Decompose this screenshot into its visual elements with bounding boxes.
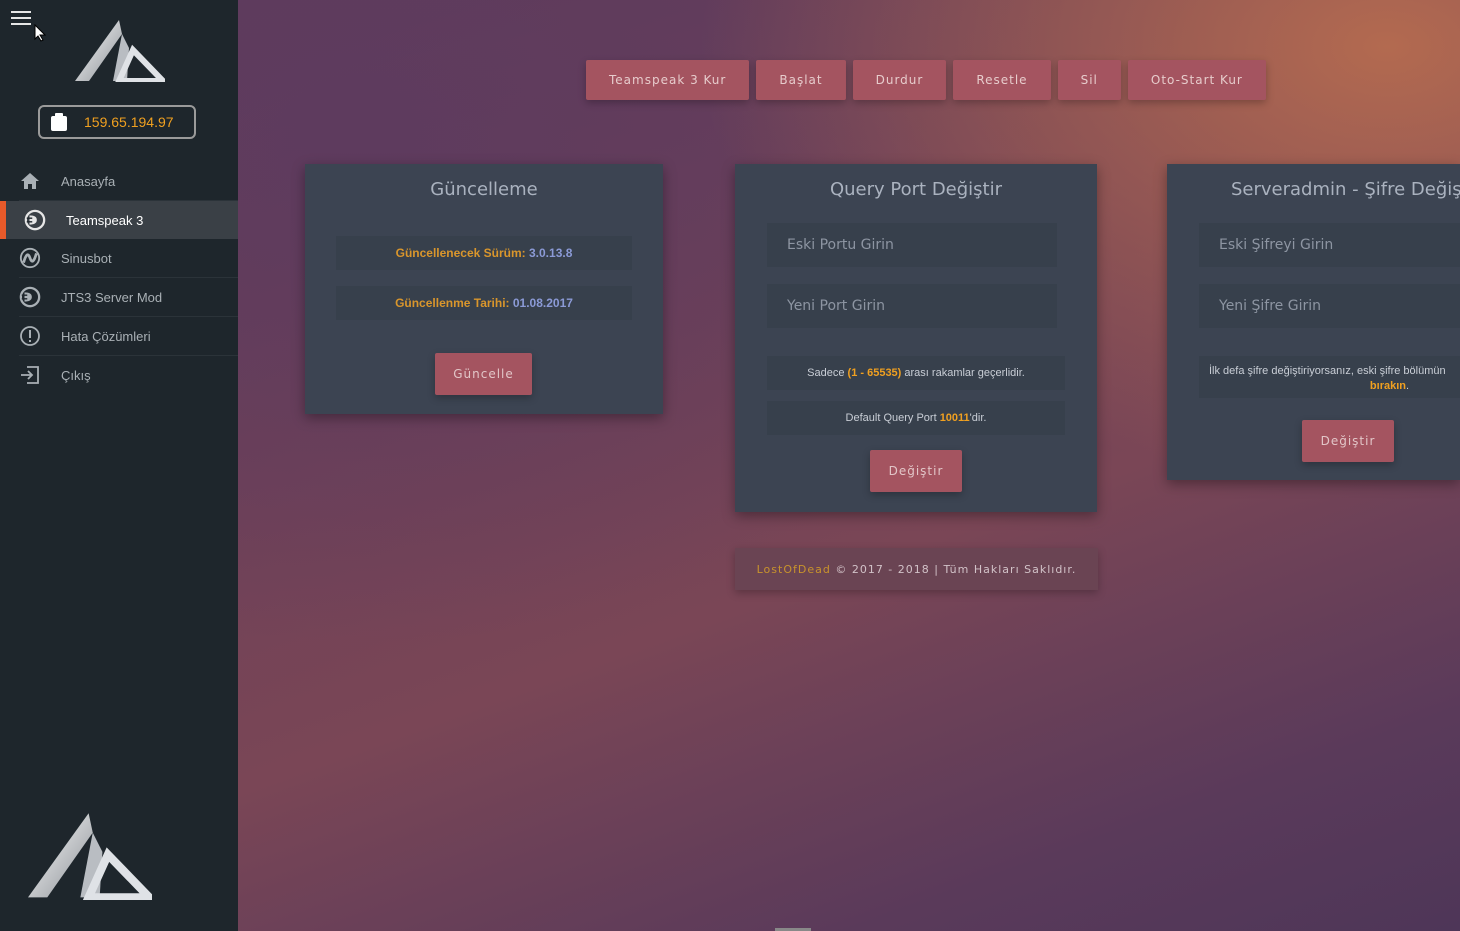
version-value: 3.0.13.8 (529, 246, 573, 260)
sidebar-item-jts3[interactable]: JTS3 Server Mod (0, 278, 238, 316)
new-password-input[interactable] (1199, 284, 1460, 328)
logo (28, 813, 152, 900)
action-toolbar: Teamspeak 3 Kur Başlat Durdur Resetle Si… (586, 60, 1266, 100)
sidebar-item-label: JTS3 Server Mod (61, 289, 163, 305)
sidebar-item-label: Anasayfa (61, 173, 116, 189)
info-text: Sadece (807, 367, 845, 379)
version-row: Güncellenecek Sürüm: 3.0.13.8 (336, 236, 632, 270)
teamspeak-icon (24, 209, 46, 231)
info-text: . (1406, 380, 1410, 392)
sidebar-item-label: Hata Çözümleri (61, 328, 151, 344)
teamspeak-icon (19, 286, 41, 308)
clipboard-icon (51, 113, 67, 131)
new-port-input[interactable] (767, 284, 1057, 328)
logo (75, 20, 165, 82)
info-text: İlk defa şifre değiştiriyorsanız, eski ş… (1209, 365, 1446, 377)
menu-icon[interactable] (11, 11, 31, 27)
update-button[interactable]: Güncelle (435, 353, 532, 395)
sidebar-item-sinusbot[interactable]: Sinusbot (0, 239, 238, 277)
sidebar-item-label: Sinusbot (61, 250, 112, 266)
sidebar-item-label: Çıkış (61, 367, 91, 383)
alert-icon (19, 325, 41, 347)
sidebar-item-teamspeak[interactable]: Teamspeak 3 (0, 201, 238, 239)
card-title: Güncelleme (430, 179, 538, 200)
password-card: Serveradmin - Şifre Değişti İlk defa şif… (1167, 164, 1460, 480)
sidebar-item-label: Teamspeak 3 (66, 212, 144, 228)
query-port-card: Query Port Değiştir Sadece (1 - 65535) a… (735, 164, 1097, 512)
start-button[interactable]: Başlat (756, 60, 846, 100)
info-text: arası rakamlar geçerlidir. (904, 367, 1025, 379)
date-label: Güncellenme Tarihi: (395, 296, 510, 310)
version-label: Güncellenecek Sürüm: (395, 246, 526, 260)
sidebar: 159.65.194.97 Anasayfa Teamspeak 3 Sinus… (0, 0, 238, 931)
info-text: Default Query Port (845, 412, 937, 424)
password-info: İlk defa şifre değiştiriyorsanız, eski ş… (1199, 356, 1460, 398)
install-teamspeak-button[interactable]: Teamspeak 3 Kur (586, 60, 750, 100)
reset-button[interactable]: Resetle (953, 60, 1051, 100)
info-highlight: bırakın (1369, 380, 1406, 392)
brand-link[interactable]: LostOfDead (757, 563, 831, 576)
sidebar-item-anasayfa[interactable]: Anasayfa (0, 162, 238, 200)
default-port: 10011 (939, 412, 970, 424)
copyright-text: © 2017 - 2018 | Tüm Hakları Saklıdır. (830, 562, 1077, 576)
delete-button[interactable]: Sil (1057, 60, 1121, 100)
port-range: (1 - 65535) (847, 367, 902, 379)
change-password-button[interactable]: Değiştir (1302, 420, 1394, 462)
change-port-button[interactable]: Değiştir (870, 450, 962, 492)
sidebar-item-cikis[interactable]: Çıkış (0, 356, 238, 394)
logout-icon (19, 364, 41, 386)
stop-button[interactable]: Durdur (852, 60, 947, 100)
server-ip-box: 159.65.194.97 (38, 105, 196, 139)
home-icon (19, 170, 41, 192)
cursor-icon (34, 24, 46, 42)
sidebar-item-hata-cozumleri[interactable]: Hata Çözümleri (0, 317, 238, 355)
footer: LostOfDead © 2017 - 2018 | Tüm Hakları S… (735, 548, 1098, 590)
sidebar-nav: Anasayfa Teamspeak 3 Sinusbot JTS3 Serve… (0, 162, 238, 394)
port-range-info: Sadece (1 - 65535) arası rakamlar geçerl… (767, 356, 1065, 390)
info-text: 'dir. (969, 412, 987, 424)
sinusbot-icon (19, 247, 41, 269)
date-row: Güncellenme Tarihi: 01.08.2017 (336, 286, 632, 320)
server-ip: 159.65.194.97 (84, 114, 174, 130)
card-title: Serveradmin - Şifre Değişti (1231, 179, 1460, 200)
card-title: Query Port Değiştir (829, 179, 1003, 200)
autostart-button[interactable]: Oto-Start Kur (1127, 60, 1266, 100)
old-port-input[interactable] (767, 223, 1057, 267)
update-card: Güncelleme Güncellenecek Sürüm: 3.0.13.8… (305, 164, 663, 414)
old-password-input[interactable] (1199, 223, 1460, 267)
default-port-info: Default Query Port 10011'dir. (767, 401, 1065, 435)
date-value: 01.08.2017 (512, 296, 573, 310)
